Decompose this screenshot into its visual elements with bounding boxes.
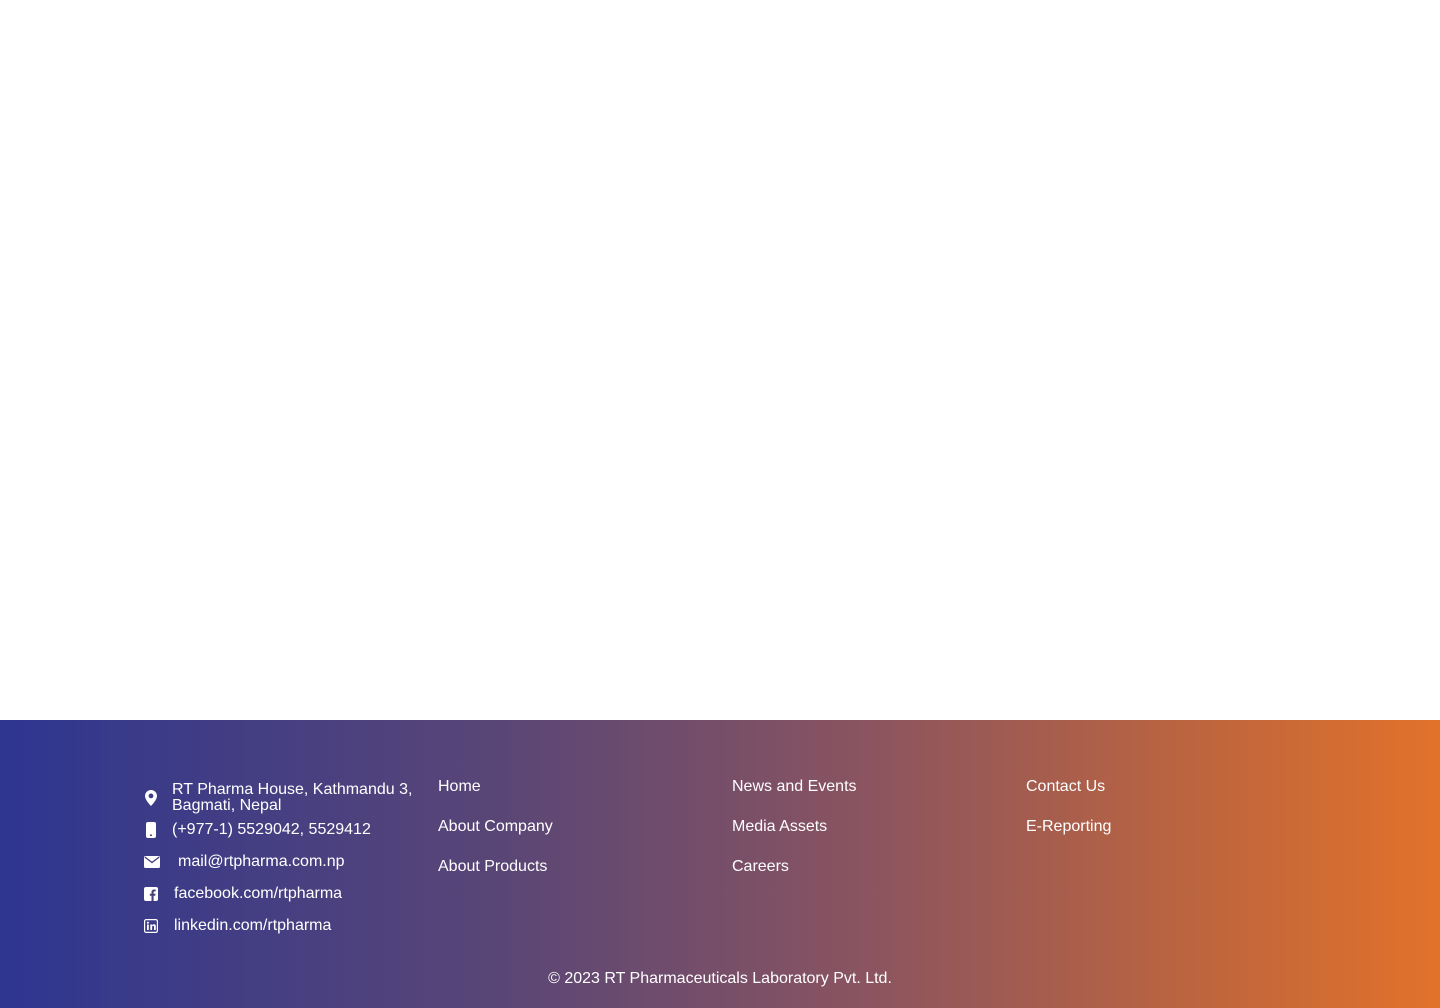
linkedin-link[interactable]: linkedin.com/rtpharma: [174, 918, 331, 934]
contact-facebook[interactable]: facebook.com/rtpharma: [144, 886, 342, 902]
contact-phone[interactable]: (+977-1) 5529042, 5529412: [144, 822, 371, 838]
footer-link-home[interactable]: Home: [438, 778, 481, 796]
facebook-link[interactable]: facebook.com/rtpharma: [174, 886, 342, 902]
footer-link-about-company[interactable]: About Company: [438, 818, 553, 836]
mobile-phone-icon: [144, 822, 158, 838]
address-text: RT Pharma House, Kathmandu 3, Bagmati, N…: [172, 781, 413, 814]
footer-link-contact-us[interactable]: Contact Us: [1026, 778, 1105, 796]
contact-address: RT Pharma House, Kathmandu 3, Bagmati, N…: [144, 782, 422, 814]
phone-text[interactable]: (+977-1) 5529042, 5529412: [172, 822, 371, 838]
main-content-area: [0, 0, 1440, 720]
linkedin-icon: [144, 919, 158, 933]
copyright-text: © 2023 RT Pharmaceuticals Laboratory Pvt…: [548, 970, 892, 987]
footer-link-media-assets[interactable]: Media Assets: [732, 818, 827, 836]
footer-link-careers[interactable]: Careers: [732, 858, 789, 876]
contact-email[interactable]: mail@rtpharma.com.np: [144, 854, 345, 870]
facebook-icon: [144, 887, 158, 901]
footer-link-news-events[interactable]: News and Events: [732, 778, 857, 796]
map-pin-icon: [144, 790, 158, 806]
contact-linkedin[interactable]: linkedin.com/rtpharma: [144, 918, 331, 934]
site-footer: RT Pharma House, Kathmandu 3, Bagmati, N…: [0, 720, 1440, 1008]
footer-link-about-products[interactable]: About Products: [438, 858, 547, 876]
envelope-icon: [144, 855, 160, 869]
page: RT Pharma House, Kathmandu 3, Bagmati, N…: [0, 0, 1440, 1008]
email-link[interactable]: mail@rtpharma.com.np: [178, 854, 345, 870]
footer-link-e-reporting[interactable]: E-Reporting: [1026, 818, 1111, 836]
